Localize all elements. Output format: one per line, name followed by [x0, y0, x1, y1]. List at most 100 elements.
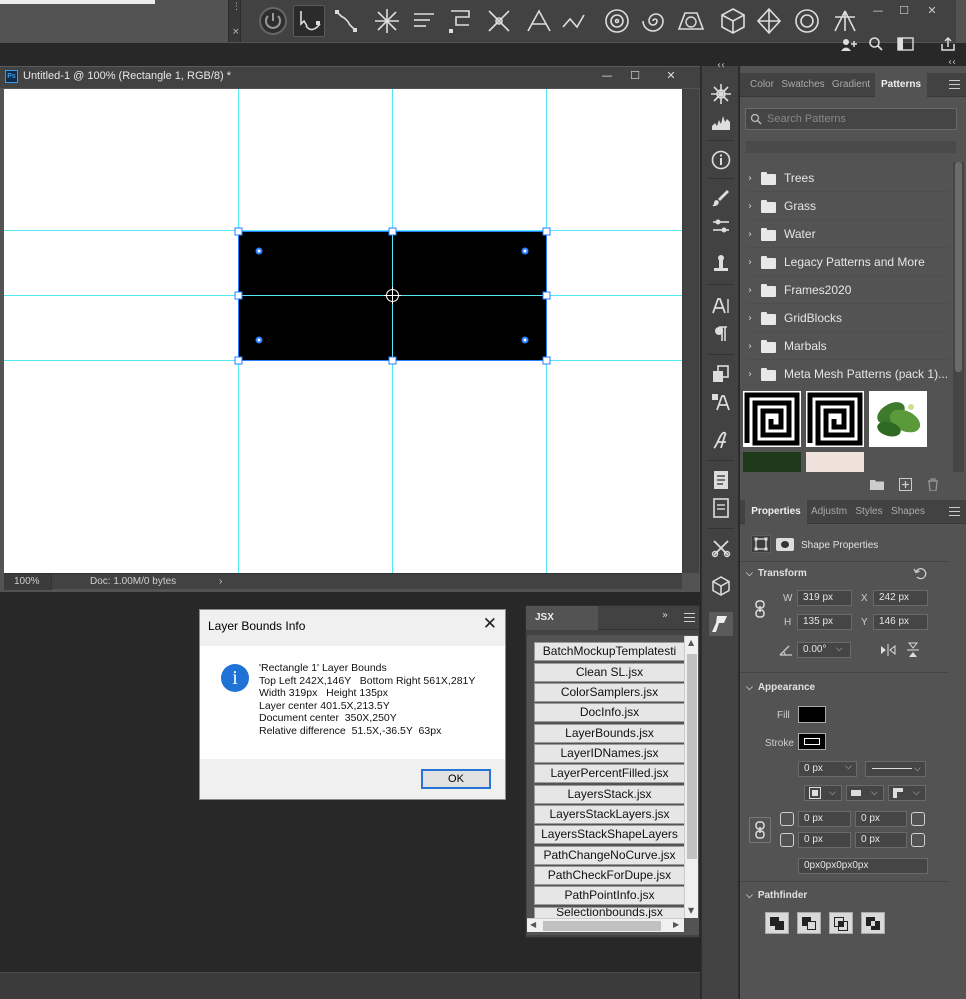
- tab-shapes[interactable]: Shapes: [888, 500, 928, 524]
- power-icon[interactable]: [257, 5, 289, 37]
- pathfinder-exclude-button[interactable]: [861, 912, 885, 934]
- link-corners-button[interactable]: [749, 817, 771, 843]
- tab-gradient[interactable]: Gradient: [828, 73, 874, 97]
- navigator-wheel-icon[interactable]: [709, 82, 733, 106]
- path-ops-icon[interactable]: [445, 5, 477, 37]
- tripod-icon[interactable]: [829, 5, 861, 37]
- pattern-swatch-floral[interactable]: [806, 452, 864, 472]
- notes-icon[interactable]: [709, 468, 733, 492]
- toolbar-maximize-button[interactable]: ☐: [893, 3, 915, 19]
- y-field[interactable]: 146 px: [873, 614, 928, 630]
- zoom-level[interactable]: 100%: [4, 574, 52, 590]
- tab-styles[interactable]: Styles: [852, 500, 886, 524]
- character-styles-icon[interactable]: [709, 390, 733, 414]
- stroke-type-dropdown[interactable]: ⌵: [865, 761, 926, 777]
- stroke-cap-dropdown[interactable]: ⌵: [846, 785, 884, 801]
- pen-tool-icon[interactable]: [331, 5, 363, 37]
- wave-icon[interactable]: [559, 5, 591, 37]
- angle-dropdown-chevron-icon[interactable]: ⌵: [836, 644, 843, 654]
- new-folder-icon[interactable]: [870, 479, 884, 490]
- stroke-align-dropdown[interactable]: ⌵: [804, 785, 842, 801]
- pathfinder-heading[interactable]: ⌵ Pathfinder: [746, 890, 807, 901]
- pattern-swatch-leaves[interactable]: [869, 391, 927, 447]
- toolbar-close-button[interactable]: ×: [232, 27, 240, 37]
- pattern-swatch-greek-key[interactable]: [743, 391, 801, 447]
- live-shape-icon[interactable]: [751, 535, 771, 553]
- doc-minimize-button[interactable]: —: [596, 68, 618, 84]
- chevron-down-icon[interactable]: ⌵: [845, 762, 852, 772]
- tab-adjustments[interactable]: Adjustm: [808, 500, 850, 524]
- jsx-horizontal-scrollbar[interactable]: ◀ ▶: [527, 918, 684, 932]
- search-icon[interactable]: [868, 36, 884, 52]
- link-dimensions-icon[interactable]: [754, 600, 766, 618]
- jsx-vertical-scrollbar[interactable]: ▲ ▼: [684, 636, 698, 918]
- pattern-folder[interactable]: › Trees: [747, 165, 949, 192]
- corner-bl-field[interactable]: 0 px: [798, 832, 851, 848]
- glyphs-icon[interactable]: [709, 428, 733, 452]
- cube-icon[interactable]: [717, 5, 749, 37]
- toolbar-grip[interactable]: ⋮ ×: [229, 0, 241, 42]
- brush-icon[interactable]: [709, 186, 733, 210]
- document-icon[interactable]: [709, 496, 733, 520]
- trash-icon[interactable]: [927, 478, 939, 491]
- workspace-icon[interactable]: [897, 37, 914, 51]
- spiral-icon[interactable]: [601, 5, 633, 37]
- toolbar-close-x-button[interactable]: ✕: [921, 3, 943, 19]
- fork-icon[interactable]: [483, 5, 515, 37]
- character-icon[interactable]: [709, 294, 733, 318]
- ok-button[interactable]: OK: [421, 769, 491, 789]
- fill-color-swatch[interactable]: [798, 706, 826, 723]
- canvas[interactable]: [4, 89, 682, 573]
- script-button[interactable]: LayerPercentFilled.jsx: [534, 764, 685, 783]
- info-icon[interactable]: [709, 148, 733, 172]
- clone-source-icon[interactable]: [709, 252, 733, 276]
- pattern-folder[interactable]: › Water: [747, 221, 949, 248]
- collapse-column-icon[interactable]: ‹‹: [717, 60, 725, 71]
- brush-settings-icon[interactable]: [709, 214, 733, 238]
- script-button[interactable]: DocInfo.jsx: [534, 703, 685, 722]
- script-button[interactable]: LayersStackShapeLayers: [534, 825, 685, 844]
- pattern-folder[interactable]: › Grass: [747, 193, 949, 220]
- corner-summary-field[interactable]: 0px0px0px0px: [798, 858, 928, 874]
- jsx-launcher-title[interactable]: JSX Launcher: [526, 606, 598, 647]
- height-field[interactable]: 135 px: [797, 614, 852, 630]
- patterns-search-input[interactable]: Search Patterns: [745, 108, 957, 130]
- share-icon[interactable]: [840, 36, 858, 52]
- properties-menu-icon[interactable]: [949, 507, 960, 516]
- stroke-color-swatch[interactable]: [798, 733, 826, 750]
- script-button[interactable]: PathCheckForDupe.jsx: [534, 866, 685, 885]
- dialog-close-button[interactable]: ✕: [483, 614, 497, 634]
- spiral-alt-icon[interactable]: [637, 5, 669, 37]
- canvas-vertical-scrollbar[interactable]: [682, 89, 699, 573]
- pattern-folder[interactable]: › Meta Mesh Patterns (pack 1)...: [747, 361, 949, 388]
- script-button[interactable]: LayersStack.jsx: [534, 785, 685, 804]
- star-burst-icon[interactable]: [371, 5, 403, 37]
- appearance-heading[interactable]: ⌵ Appearance: [746, 682, 815, 693]
- x-field[interactable]: 242 px: [873, 590, 928, 606]
- diamond-icon[interactable]: [753, 5, 785, 37]
- pattern-swatch-foliage[interactable]: [743, 452, 801, 472]
- patterns-menu-icon[interactable]: [949, 80, 960, 89]
- tab-properties[interactable]: Properties: [745, 500, 807, 524]
- patterns-size-slider[interactable]: [746, 141, 956, 153]
- paragraph-icon[interactable]: [709, 322, 733, 346]
- pattern-folder[interactable]: › Frames2020: [747, 277, 949, 304]
- jsx-menu-icon[interactable]: [684, 613, 695, 622]
- script-button[interactable]: LayerBounds.jsx: [534, 724, 685, 743]
- trapezoid-icon[interactable]: [675, 5, 707, 37]
- flip-vertical-icon[interactable]: [907, 642, 919, 658]
- pattern-folder[interactable]: › Marbals: [747, 333, 949, 360]
- pathfinder-subtract-button[interactable]: [797, 912, 821, 934]
- new-pattern-icon[interactable]: [899, 478, 912, 491]
- script-button[interactable]: LayersStackLayers.jsx: [534, 805, 685, 824]
- glyphs-stack-icon[interactable]: [709, 362, 733, 386]
- pattern-swatch-greek-key-2[interactable]: [806, 391, 864, 447]
- script-button[interactable]: BatchMockupTemplatesti: [534, 642, 685, 661]
- reset-icon[interactable]: [913, 567, 927, 580]
- export-icon[interactable]: [940, 36, 956, 52]
- tab-patterns[interactable]: Patterns: [875, 73, 927, 97]
- script-button[interactable]: PathChangeNoCurve.jsx: [534, 846, 685, 865]
- script-button[interactable]: PathPointInfo.jsx: [534, 886, 685, 905]
- pathfinder-combine-button[interactable]: [765, 912, 789, 934]
- flip-horizontal-icon[interactable]: [880, 644, 896, 656]
